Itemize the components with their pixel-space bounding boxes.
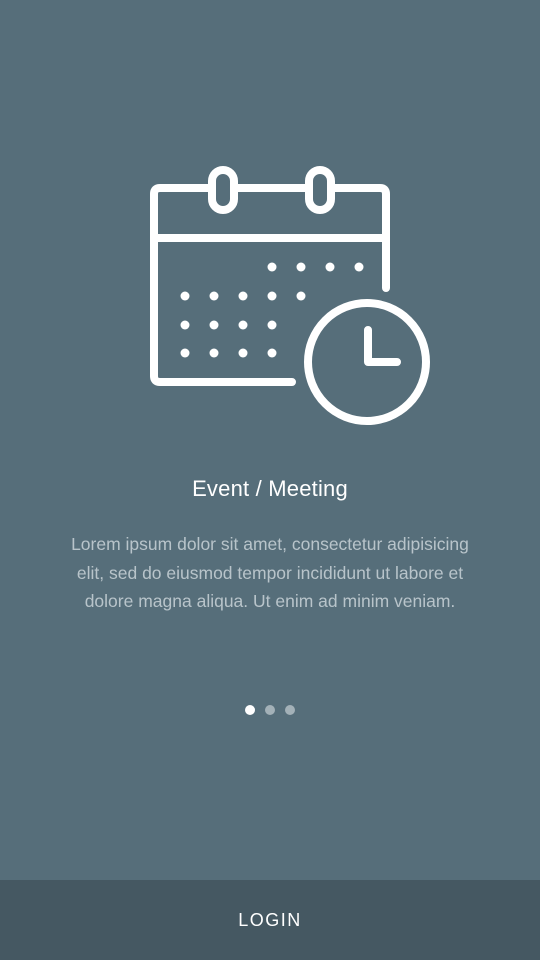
onboarding-screen: Event / Meeting Lorem ipsum dolor sit am… <box>0 0 540 880</box>
onboarding-title: Event / Meeting <box>192 476 348 501</box>
login-button-label: LOGIN <box>238 909 302 930</box>
page-dot-1[interactable] <box>245 705 255 715</box>
page-dot-3[interactable] <box>285 705 295 715</box>
page-indicator <box>0 705 540 715</box>
login-button[interactable]: LOGIN <box>0 880 540 960</box>
onboarding-description: Lorem ipsum dolor sit amet, consectetur … <box>71 534 469 611</box>
page-dot-2[interactable] <box>265 705 275 715</box>
calendar-clock-icon <box>150 166 430 425</box>
